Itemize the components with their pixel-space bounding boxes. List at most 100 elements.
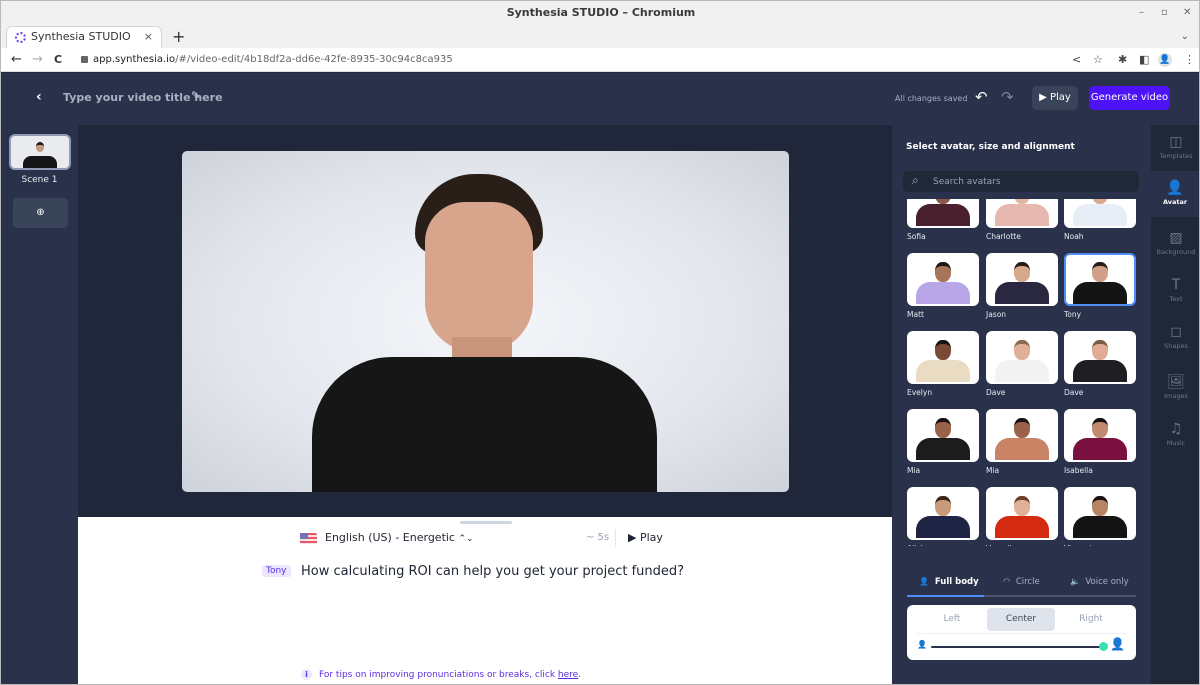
- avatar-name: Veronika: [986, 544, 1018, 546]
- url-field[interactable]: app.synthesia.io/#/video-edit/4b18df2a-d…: [81, 48, 453, 72]
- avatar-card[interactable]: [986, 199, 1058, 228]
- new-tab-button[interactable]: +: [172, 25, 185, 48]
- search-avatars-input[interactable]: [933, 171, 1133, 192]
- avatar-thumbnail-image: [992, 492, 1052, 538]
- align-center-button[interactable]: Center: [987, 608, 1055, 631]
- avatar-name: Charlotte: [986, 232, 1021, 241]
- size-slider[interactable]: [931, 642, 1108, 651]
- search-icon: ⌕: [912, 173, 919, 187]
- undo-icon[interactable]: ↶: [975, 88, 988, 106]
- play-button[interactable]: ▶ Play: [1032, 86, 1078, 110]
- avatar-card[interactable]: [907, 199, 979, 228]
- video-preview[interactable]: [182, 151, 789, 492]
- tab-circle[interactable]: ◠ Circle: [1003, 575, 1040, 589]
- avatar-name: Sofia: [907, 232, 926, 241]
- tab-list-chevron-icon[interactable]: ⌄: [1181, 25, 1189, 48]
- avatar-card[interactable]: [986, 487, 1058, 540]
- avatar-name: Dave: [986, 388, 1006, 397]
- avatar-thumbnail-image: [992, 258, 1052, 304]
- avatar-name: Evelyn: [907, 388, 933, 397]
- avatar-card[interactable]: [1064, 487, 1136, 540]
- profile-icon[interactable]: 👤: [1158, 53, 1172, 67]
- avatar-chip: Tony: [262, 565, 291, 577]
- side-panel-icon[interactable]: ◧: [1139, 48, 1149, 72]
- back-chevron-icon[interactable]: ‹: [36, 89, 42, 105]
- forward-arrow-icon[interactable]: →: [32, 48, 43, 72]
- window-title-text: Synthesia STUDIO – Chromium: [506, 6, 696, 19]
- slider-knob[interactable]: [1099, 642, 1108, 651]
- extensions-icon[interactable]: ✱: [1118, 48, 1127, 72]
- avatar-card[interactable]: [907, 253, 979, 306]
- avatar-card[interactable]: [1064, 199, 1136, 228]
- browser-tab[interactable]: Synthesia STUDIO ×: [6, 26, 162, 48]
- reload-icon[interactable]: C: [54, 48, 62, 72]
- avatar-name: Jason: [986, 310, 1007, 319]
- voice-select[interactable]: English (US) - Energetic ⌃⌄: [325, 531, 474, 544]
- avatar-card[interactable]: [986, 331, 1058, 384]
- resize-handle[interactable]: [460, 521, 512, 524]
- script-play-button[interactable]: ▶ Play: [628, 531, 663, 544]
- info-icon: i: [301, 669, 312, 680]
- rail-item-images[interactable]: 🖼 Images: [1151, 365, 1199, 411]
- lock-icon: [81, 55, 88, 63]
- maximize-button[interactable]: ▫: [1161, 1, 1168, 25]
- script-textarea[interactable]: How calculating ROI can help you get you…: [301, 564, 684, 579]
- avatar-thumbnail-image: [992, 414, 1052, 460]
- rail-item-shapes[interactable]: ◻ Shapes: [1151, 315, 1199, 361]
- scene-thumbnail[interactable]: [9, 134, 71, 170]
- rail-item-background[interactable]: ▨ Background: [1151, 221, 1199, 267]
- avatar-card[interactable]: [907, 409, 979, 462]
- large-person-icon: 👤: [1110, 637, 1125, 651]
- bookmark-star-icon[interactable]: ☆: [1093, 48, 1103, 72]
- tab-full-body[interactable]: 👤 Full body: [919, 575, 979, 589]
- tab-close-icon[interactable]: ×: [144, 27, 153, 47]
- avatar-card[interactable]: [907, 331, 979, 384]
- avatar-thumbnail-image: [1070, 492, 1130, 538]
- rail-item-avatar[interactable]: 👤 Avatar: [1151, 171, 1199, 217]
- browser-menu-icon[interactable]: ⋮: [1184, 48, 1195, 72]
- tip-text: i For tips on improving pronunciations or…: [301, 669, 581, 680]
- images-icon: 🖼: [1167, 374, 1185, 390]
- url-path: /#/video-edit/4b18df2a-dd6e-42fe-8935-30…: [175, 54, 453, 65]
- avatar-card[interactable]: [1064, 253, 1136, 306]
- avatar-mode-tabs: 👤 Full body ◠ Circle 🔈 Voice only: [907, 575, 1136, 597]
- avatar-thumbnail-image: [913, 336, 973, 382]
- speaker-icon: 🔈: [1070, 577, 1080, 586]
- rail-label: Text: [1169, 295, 1183, 303]
- add-scene-button[interactable]: ⊕: [13, 198, 68, 228]
- avatar-name: Mia: [986, 466, 1000, 475]
- avatar-thumbnail-image: [992, 199, 1052, 226]
- avatar-name: Dave: [1064, 388, 1084, 397]
- us-flag-icon: [300, 533, 317, 544]
- panel-heading: Select avatar, size and alignment: [906, 142, 1075, 152]
- minimize-button[interactable]: –: [1139, 1, 1144, 25]
- person-icon: 👤: [919, 577, 929, 586]
- back-arrow-icon[interactable]: ←: [11, 48, 22, 72]
- rail-label: Shapes: [1164, 342, 1188, 350]
- avatar-thumbnail-image: [913, 199, 973, 226]
- avatar-card[interactable]: [1064, 409, 1136, 462]
- avatar-card[interactable]: [986, 409, 1058, 462]
- avatar-card[interactable]: [1064, 331, 1136, 384]
- avatar-card[interactable]: [986, 253, 1058, 306]
- tab-voice-only[interactable]: 🔈 Voice only: [1070, 575, 1129, 589]
- avatar-panel: Select avatar, size and alignment ⌕ Sofi…: [892, 125, 1151, 684]
- close-window-button[interactable]: ✕: [1183, 1, 1191, 25]
- rail-item-music[interactable]: ♫ Music: [1151, 412, 1199, 458]
- avatar-icon: 👤: [1166, 180, 1184, 196]
- tips-link[interactable]: here: [558, 670, 578, 680]
- synthesia-favicon-icon: [15, 32, 26, 43]
- rail-item-templates[interactable]: ◫ Templates: [1151, 125, 1199, 171]
- save-status: All changes saved: [895, 94, 968, 103]
- avatar-name: Matt: [907, 310, 924, 319]
- align-right-button[interactable]: Right: [1057, 608, 1125, 631]
- avatar-card[interactable]: [907, 487, 979, 540]
- redo-icon[interactable]: ↷: [1001, 88, 1014, 106]
- share-icon[interactable]: <: [1072, 48, 1081, 72]
- align-left-button[interactable]: Left: [918, 608, 986, 631]
- scene-avatar-image: [20, 140, 60, 168]
- edit-pencil-icon[interactable]: ✎: [191, 89, 200, 102]
- generate-video-button[interactable]: Generate video: [1089, 86, 1170, 110]
- rail-item-text[interactable]: T Text: [1151, 268, 1199, 314]
- templates-icon: ◫: [1169, 134, 1183, 150]
